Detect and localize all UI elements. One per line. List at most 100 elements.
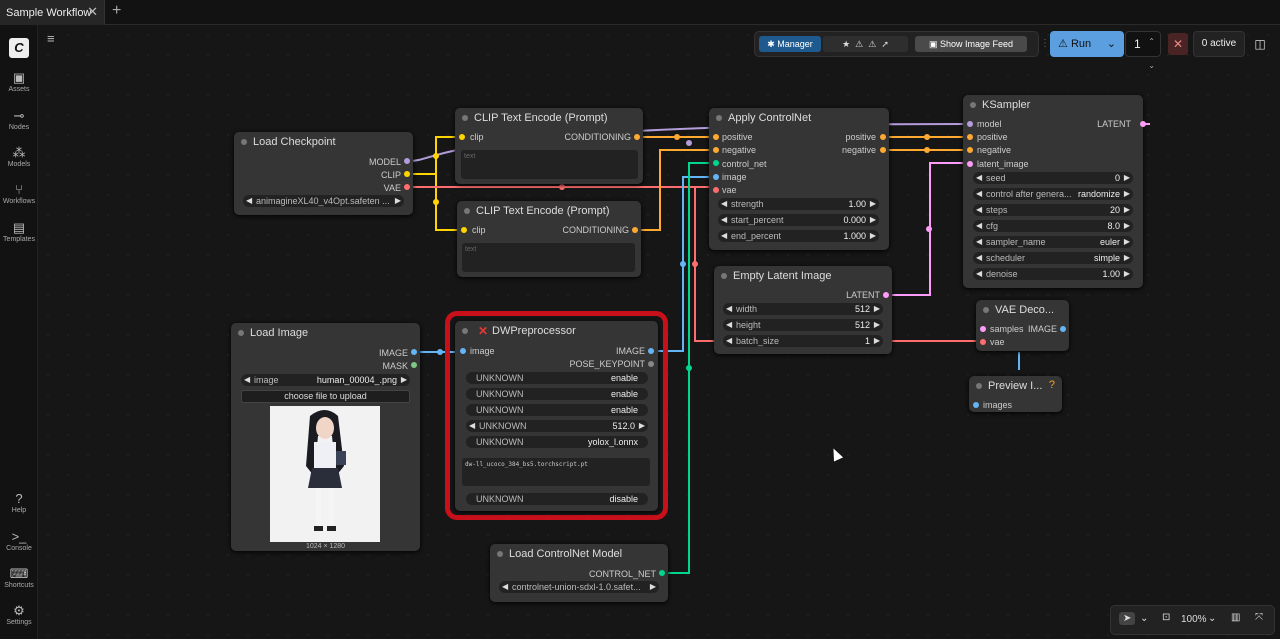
strength-widget[interactable]: ◀ strength 1.00 ▶ [718, 198, 879, 210]
chevron-down-icon[interactable]: ⌄ [1107, 31, 1116, 57]
sidebar-item-nodes[interactable]: ⊸ Nodes [0, 108, 38, 131]
node-empty-latent-image[interactable]: Empty Latent Image LATENT ◀ width 512 ▶ ◀ he… [714, 266, 892, 354]
start-percent-widget[interactable]: ◀ start_percent 0.000 ▶ [718, 214, 879, 226]
sidebar-item-workflows[interactable]: ⑂ Workflows [0, 182, 38, 205]
node-ksampler[interactable]: KSampler model positive negative latent_… [963, 95, 1146, 288]
prompt-textarea[interactable]: text [462, 243, 635, 272]
image-select[interactable]: ◀ image human_00004_.png ▶ [241, 374, 410, 386]
seed-widget[interactable]: ◀ seed 0 ▶ [973, 172, 1133, 184]
batch-size-widget[interactable]: ◀ batch_size 1 ▶ [723, 335, 883, 347]
port-conditioning[interactable] [634, 134, 640, 140]
node-load-controlnet[interactable]: Load ControlNet Model CONTROL_NET ◀ contr… [490, 544, 668, 602]
port-image-in[interactable] [460, 348, 466, 354]
panel-toggle-icon[interactable]: ◫ [1250, 33, 1270, 55]
unknown-widget-3[interactable]: UNKNOWN enable [466, 404, 648, 416]
sidebar-item-settings[interactable]: ⚙ Settings [0, 603, 38, 626]
port-samples-in[interactable] [980, 326, 986, 332]
ckpt-select[interactable]: ◀ animagineXL40_v4Opt.safeten ... ▶ [243, 195, 404, 207]
port-clip-in[interactable] [461, 227, 467, 233]
prompt-textarea[interactable]: text [461, 150, 638, 179]
height-widget[interactable]: ◀ height 512 ▶ [723, 319, 883, 331]
batch-count-input[interactable]: 1 ⌃ ⌄ [1125, 31, 1161, 70]
port-latent-out[interactable] [883, 292, 889, 298]
link-visibility-icon[interactable]: ⤧ [1255, 612, 1263, 623]
model-textarea[interactable]: dw-ll_ucoco_384_bs5.torchscript.pt [462, 458, 650, 486]
node-apply-controlnet[interactable]: Apply ControlNet positive negative contr… [709, 108, 889, 250]
end-percent-widget[interactable]: ◀ end_percent 1.000 ▶ [718, 230, 879, 242]
add-tab-icon[interactable]: + [112, 2, 121, 20]
port-clip-in[interactable] [459, 134, 465, 140]
port-latent-out[interactable] [1140, 121, 1146, 127]
close-icon[interactable]: ✕ [87, 4, 98, 20]
stepper-icon[interactable]: ⌃ ⌄ [1148, 30, 1155, 78]
share-icon[interactable]: ➚ [881, 39, 889, 49]
tab-sample-workflow[interactable]: Sample Workflow ✕ [0, 0, 105, 25]
zoom-level[interactable]: 100% [1181, 614, 1207, 625]
manager-button[interactable]: ✱ Manager [759, 36, 821, 52]
port-negative-in[interactable] [713, 147, 719, 153]
port-image-out[interactable] [411, 349, 417, 355]
port-model-in[interactable] [967, 121, 973, 127]
upload-button[interactable]: choose file to upload [241, 390, 410, 403]
scheduler-widget[interactable]: ◀ scheduler simple ▶ [973, 252, 1133, 264]
port-positive-in[interactable] [967, 134, 973, 140]
sidebar-item-shortcuts[interactable]: ⌨ Shortcuts [0, 566, 38, 589]
port-vae-in[interactable] [713, 187, 719, 193]
node-clip-text-encode-1[interactable]: CLIP Text Encode (Prompt) clip CONDITION… [455, 108, 643, 184]
sidebar-item-assets[interactable]: ▣ Assets [0, 70, 38, 93]
unknown-widget-4[interactable]: ◀ UNKNOWN 512.0 ▶ [466, 420, 648, 432]
unknown-widget-2[interactable]: UNKNOWN enable [466, 388, 648, 400]
control-after-generate-widget[interactable]: ◀ control after genera... randomize ▶ [973, 188, 1133, 200]
port-conditioning[interactable] [632, 227, 638, 233]
cfg-widget[interactable]: ◀ cfg 8.0 ▶ [973, 220, 1133, 232]
sidebar-item-templates[interactable]: ▤ Templates [0, 220, 38, 243]
port-clip[interactable] [404, 171, 410, 177]
sampler-name-widget[interactable]: ◀ sampler_name euler ▶ [973, 236, 1133, 248]
sidebar-item-help[interactable]: ? Help [0, 491, 38, 514]
controlnet-select[interactable]: ◀ controlnet-union-sdxl-1.0.safet... ▶ [499, 581, 659, 593]
port-image-in[interactable] [713, 174, 719, 180]
unknown-widget-1[interactable]: UNKNOWN enable [466, 372, 648, 384]
minimap-icon[interactable]: ▥ [1231, 612, 1240, 623]
steps-widget[interactable]: ◀ steps 20 ▶ [973, 204, 1133, 216]
width-widget[interactable]: ◀ width 512 ▶ [723, 303, 883, 315]
port-images-in[interactable] [973, 402, 979, 408]
active-queue-button[interactable]: 0 active [1193, 31, 1245, 57]
port-latent-in[interactable] [967, 161, 973, 167]
port-positive-in[interactable] [713, 134, 719, 140]
sidebar-item-models[interactable]: ⁂ Models [0, 145, 38, 168]
chevron-down-icon[interactable]: ⌄ [1140, 613, 1148, 624]
port-image-out[interactable] [648, 348, 654, 354]
menu-icon[interactable]: ≡ [47, 31, 55, 46]
cancel-button[interactable]: ✕ [1168, 33, 1188, 55]
chevron-down-icon[interactable]: ⌄ [1208, 613, 1216, 624]
node-dwpreprocessor[interactable]: DWPreprocessor ✕ image IMAGE POSE_KEYPOI… [455, 321, 658, 511]
port-positive-out[interactable] [880, 134, 886, 140]
run-button[interactable]: ⚠ Run ⌄ [1050, 31, 1124, 57]
port-negative-in[interactable] [967, 147, 973, 153]
warning-icon: ? [1048, 379, 1055, 391]
port-model[interactable] [404, 158, 410, 164]
port-pose-out[interactable] [648, 361, 654, 367]
port-vae[interactable] [404, 184, 410, 190]
node-vae-decode[interactable]: VAE Deco... samples vae IMAGE [976, 300, 1069, 351]
node-icon[interactable]: ⚠ [855, 39, 863, 49]
star-icon[interactable]: ★ [842, 39, 850, 49]
sidebar-item-console[interactable]: >_ Console [0, 529, 38, 552]
unknown-widget-5[interactable]: UNKNOWN yolox_l.onnx [466, 436, 648, 448]
pointer-icon[interactable]: ➤ [1119, 612, 1136, 625]
port-mask-out[interactable] [411, 362, 417, 368]
port-image-out[interactable] [1060, 326, 1066, 332]
denoise-widget[interactable]: ◀ denoise 1.00 ▶ [973, 268, 1133, 280]
port-control-net-in[interactable] [713, 160, 719, 166]
port-control-net-out[interactable] [659, 570, 665, 576]
node-preview-image[interactable]: Preview I... ? images [969, 376, 1062, 412]
fit-view-icon[interactable]: ⊡ [1162, 612, 1170, 623]
node-clip-text-encode-2[interactable]: CLIP Text Encode (Prompt) clip CONDITION… [457, 201, 641, 277]
port-negative-out[interactable] [880, 147, 886, 153]
show-image-feed-button[interactable]: ▣ Show Image Feed [915, 36, 1027, 52]
unknown-widget-6[interactable]: UNKNOWN disable [466, 493, 648, 505]
port-vae-in[interactable] [980, 339, 986, 345]
node2-icon[interactable]: ⚠ [868, 39, 876, 49]
node-load-checkpoint[interactable]: Load Checkpoint MODEL CLIP VAE ◀ animagin… [234, 132, 413, 215]
